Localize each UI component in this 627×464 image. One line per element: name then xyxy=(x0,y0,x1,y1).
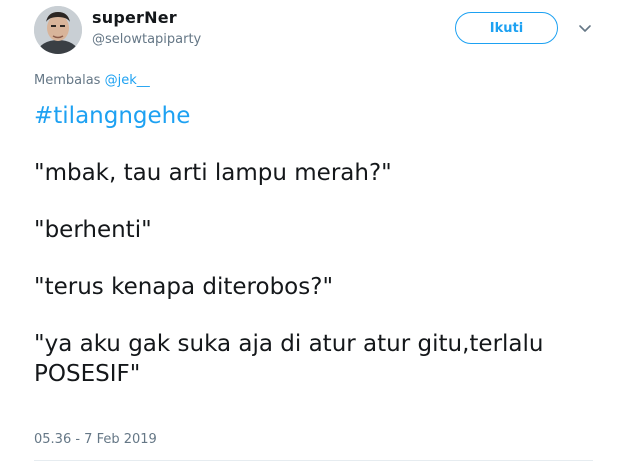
tweet-text: #tilangngehe "mbak, tau arti lampu merah… xyxy=(34,101,594,389)
reply-prefix: Membalas xyxy=(34,73,105,88)
follow-button[interactable]: Ikuti xyxy=(455,12,558,44)
tweet-line: "terus kenapa diterobos?" xyxy=(34,274,334,300)
tweet-line: "berhenti" xyxy=(34,217,152,243)
timestamp[interactable]: 05.36 - 7 Feb 2019 xyxy=(34,432,157,447)
tweet-line: "ya aku gak suka aja di atur atur gitu,t… xyxy=(34,331,551,387)
divider xyxy=(34,460,593,461)
chevron-down-icon[interactable] xyxy=(577,21,593,37)
avatar[interactable] xyxy=(34,6,82,54)
avatar-image xyxy=(34,6,82,54)
display-name[interactable]: superNer xyxy=(92,8,177,27)
tweet-line: "mbak, tau arti lampu merah?" xyxy=(34,160,392,186)
user-handle[interactable]: @selowtapiparty xyxy=(92,32,201,47)
reply-mention-link[interactable]: @jek__ xyxy=(105,73,150,88)
reply-context: Membalas @jek__ xyxy=(34,73,150,88)
hashtag-link[interactable]: #tilangngehe xyxy=(34,103,190,129)
tweet-card: superNer @selowtapiparty Ikuti Membalas … xyxy=(0,0,627,464)
